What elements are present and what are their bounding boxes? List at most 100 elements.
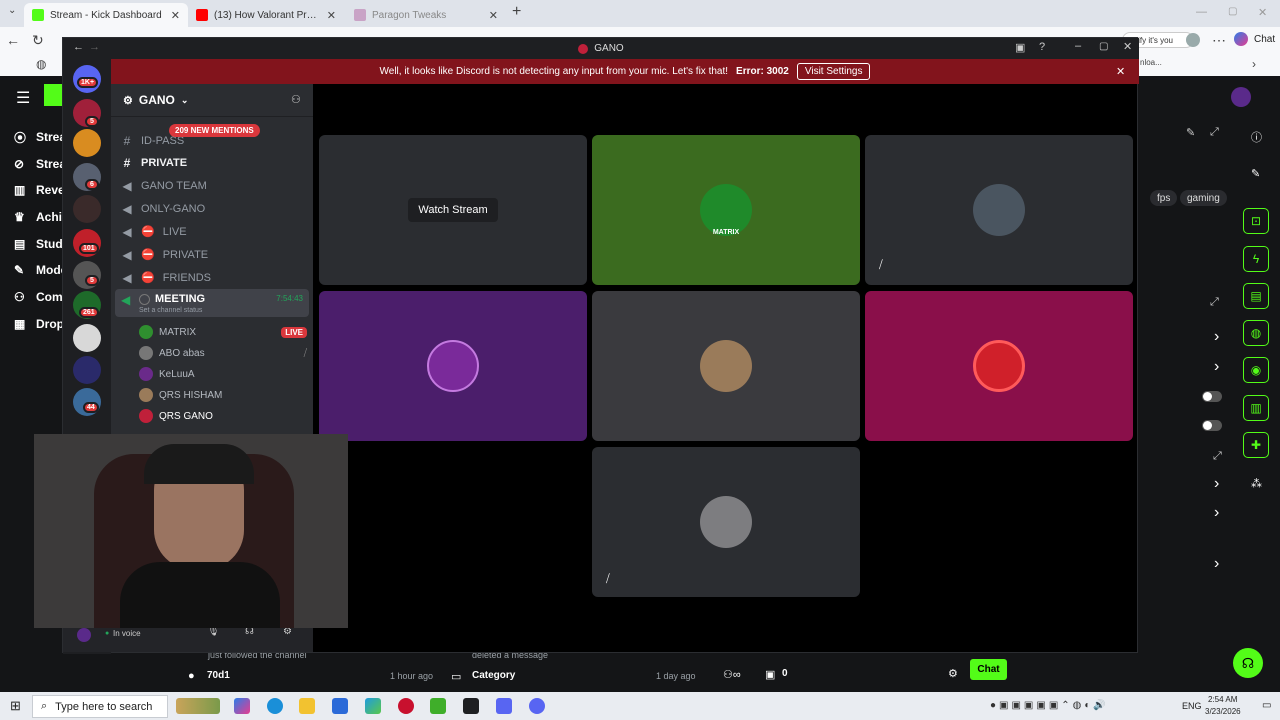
profile-avatar[interactable] bbox=[1186, 33, 1200, 47]
voice-user-matrix[interactable]: MATRIX LIVE bbox=[139, 322, 307, 342]
participant-tile[interactable] bbox=[592, 291, 860, 441]
back-arrow-icon[interactable]: ← bbox=[73, 41, 84, 53]
kick-logo[interactable] bbox=[44, 84, 62, 106]
guild-header[interactable]: ⚙ GANO ⌄ bbox=[111, 84, 313, 117]
kick-chat-button[interactable]: Chat bbox=[970, 659, 1007, 680]
close-tab-icon[interactable]: ✕ bbox=[489, 9, 498, 22]
taskbar-search[interactable]: ⌕ Type here to search bbox=[32, 695, 168, 718]
participant-tile[interactable] bbox=[865, 291, 1133, 441]
app-icon[interactable] bbox=[430, 698, 446, 714]
tab-youtube[interactable]: (13) How Valorant Pros Optimize W ✕ bbox=[188, 3, 344, 27]
copilot-icon[interactable] bbox=[1234, 32, 1248, 46]
layout-icon[interactable]: ▥ bbox=[1243, 395, 1269, 421]
participant-tile-matrix[interactable]: MATRIX bbox=[592, 135, 860, 285]
activity-category[interactable]: Category bbox=[472, 670, 515, 681]
channel-gano-team[interactable]: ◀ GANO TEAM bbox=[121, 175, 307, 196]
discord-taskbar-icon[interactable] bbox=[496, 698, 512, 714]
close-window-icon[interactable]: ✕ bbox=[1258, 6, 1267, 19]
channel-status[interactable]: Set a channel status bbox=[139, 307, 202, 314]
forward-arrow-icon[interactable]: → bbox=[89, 41, 100, 53]
app-icon[interactable] bbox=[463, 698, 479, 714]
info-icon[interactable]: ⓘ bbox=[1251, 129, 1262, 145]
chevron-right-icon[interactable]: › bbox=[1214, 504, 1219, 522]
visit-settings-button[interactable]: Visit Settings bbox=[796, 63, 871, 80]
close-tab-icon[interactable]: ✕ bbox=[171, 9, 180, 22]
popout-icon-2[interactable]: ⤢ bbox=[1210, 296, 1219, 309]
discord-ptb-icon[interactable] bbox=[529, 698, 545, 714]
voice-user-abo-abas[interactable]: ABO abas ⧸ bbox=[139, 343, 307, 363]
participant-tile[interactable]: ⧸ bbox=[865, 135, 1133, 285]
channel-private-voice[interactable]: ◀ ⛔ PRIVATE bbox=[121, 244, 307, 265]
channel-only-gano[interactable]: ◀ ONLY-GANO bbox=[121, 198, 307, 219]
toggle-switch[interactable] bbox=[1202, 391, 1222, 402]
edit-icon[interactable]: ✎ bbox=[1186, 126, 1195, 139]
wrench-icon[interactable]: ✚ bbox=[1243, 432, 1269, 458]
document-icon[interactable]: ▤ bbox=[1243, 283, 1269, 309]
minimize-icon[interactable]: — bbox=[1196, 6, 1207, 18]
maximize-icon[interactable]: ▢ bbox=[1228, 6, 1237, 17]
activity-user[interactable]: 70d1 bbox=[207, 670, 230, 681]
chevron-right-icon[interactable]: › bbox=[1214, 475, 1219, 493]
participant-tile[interactable]: ⧸ bbox=[592, 447, 860, 597]
sidebar-arrow-icon[interactable]: › bbox=[1252, 57, 1256, 71]
voice-user-qrs-gano[interactable]: QRS GANO bbox=[139, 406, 307, 426]
close-tab-icon[interactable]: ✕ bbox=[327, 9, 336, 22]
close-banner-icon[interactable]: ✕ bbox=[1116, 65, 1125, 78]
chat-bubble-icon[interactable]: ◍ bbox=[1243, 320, 1269, 346]
expand-icon[interactable]: ⤢ bbox=[1213, 450, 1222, 463]
chevron-right-icon[interactable]: › bbox=[1214, 555, 1219, 573]
notifications-icon[interactable]: ▭ bbox=[1262, 700, 1271, 711]
share-icon[interactable]: ⁂ bbox=[1251, 477, 1262, 490]
copilot-chat-button[interactable]: Chat bbox=[1254, 34, 1275, 45]
add-member-icon[interactable]: ⚇ bbox=[291, 93, 301, 106]
windows-start-icon[interactable]: ⊞ bbox=[10, 698, 21, 714]
stream-tile[interactable]: Watch Stream bbox=[319, 135, 587, 285]
tag-gaming[interactable]: gaming bbox=[1180, 190, 1227, 206]
chevron-right-icon[interactable]: › bbox=[1214, 328, 1219, 346]
file-explorer-icon[interactable] bbox=[299, 698, 315, 714]
server-icon[interactable] bbox=[73, 129, 101, 157]
help-icon[interactable]: ? bbox=[1039, 41, 1045, 53]
chat-settings-icon[interactable]: ⚙ bbox=[948, 667, 958, 680]
tag-fps[interactable]: fps bbox=[1150, 190, 1178, 206]
toggle-switch[interactable] bbox=[1202, 420, 1222, 431]
broadcast-icon[interactable]: ◉ bbox=[1243, 357, 1269, 383]
tray-icons[interactable]: ●▣▣▣▣▣⌃◍◐🔊 bbox=[990, 700, 1109, 711]
clock-time[interactable]: 2:54 AM bbox=[1208, 695, 1237, 704]
back-icon[interactable]: ← bbox=[6, 32, 20, 48]
channel-live[interactable]: ◀ ⛔ LIVE bbox=[121, 221, 307, 242]
popout-icon[interactable]: ⤢ bbox=[1210, 126, 1219, 139]
user-avatar[interactable] bbox=[77, 628, 91, 642]
channel-meeting[interactable]: ◀ MEETING 7:54:43 Set a channel status bbox=[115, 289, 309, 317]
language-indicator[interactable]: ENG bbox=[1182, 701, 1202, 711]
chevron-right-icon[interactable]: › bbox=[1214, 358, 1219, 376]
server-icon[interactable] bbox=[73, 195, 101, 223]
channel-private-text[interactable]: # PRIVATE bbox=[121, 152, 307, 173]
inbox-icon[interactable]: ▣ bbox=[1015, 41, 1025, 54]
new-mentions-badge[interactable]: 209 NEW MENTIONS bbox=[169, 124, 260, 137]
app-icon[interactable] bbox=[365, 698, 381, 714]
lightning-icon[interactable]: ϟ bbox=[1243, 246, 1269, 272]
watch-stream-button[interactable]: Watch Stream bbox=[408, 198, 498, 222]
maximize-icon[interactable]: ▢ bbox=[1099, 41, 1108, 52]
server-icon[interactable] bbox=[73, 356, 101, 384]
copilot-icon[interactable] bbox=[234, 698, 250, 714]
reload-icon[interactable]: ↻ bbox=[32, 32, 44, 49]
channel-friends[interactable]: ◀ ⛔ FRIENDS bbox=[121, 267, 307, 288]
pencil-icon[interactable]: ✎ bbox=[1251, 167, 1260, 180]
close-icon[interactable]: ✕ bbox=[1123, 40, 1132, 53]
participant-tile[interactable] bbox=[319, 291, 587, 441]
new-tab-button[interactable]: + bbox=[512, 3, 521, 21]
store-icon[interactable] bbox=[332, 698, 348, 714]
screen-capture-icon[interactable]: ⊡ bbox=[1243, 208, 1269, 234]
clock-date[interactable]: 3/23/2026 bbox=[1205, 707, 1241, 716]
minimize-icon[interactable]: – bbox=[1075, 40, 1081, 52]
edge-icon[interactable] bbox=[267, 698, 283, 714]
server-icon[interactable] bbox=[73, 324, 101, 352]
hamburger-menu-icon[interactable]: ☰ bbox=[16, 88, 30, 108]
voice-user-qrs-hisham[interactable]: QRS HISHAM bbox=[139, 385, 307, 405]
menu-dots-icon[interactable]: ⋯ bbox=[1212, 32, 1226, 49]
app-icon[interactable] bbox=[398, 698, 414, 714]
kick-user-avatar[interactable] bbox=[1231, 87, 1251, 107]
voice-user-keluua[interactable]: KeLuuA bbox=[139, 364, 307, 384]
